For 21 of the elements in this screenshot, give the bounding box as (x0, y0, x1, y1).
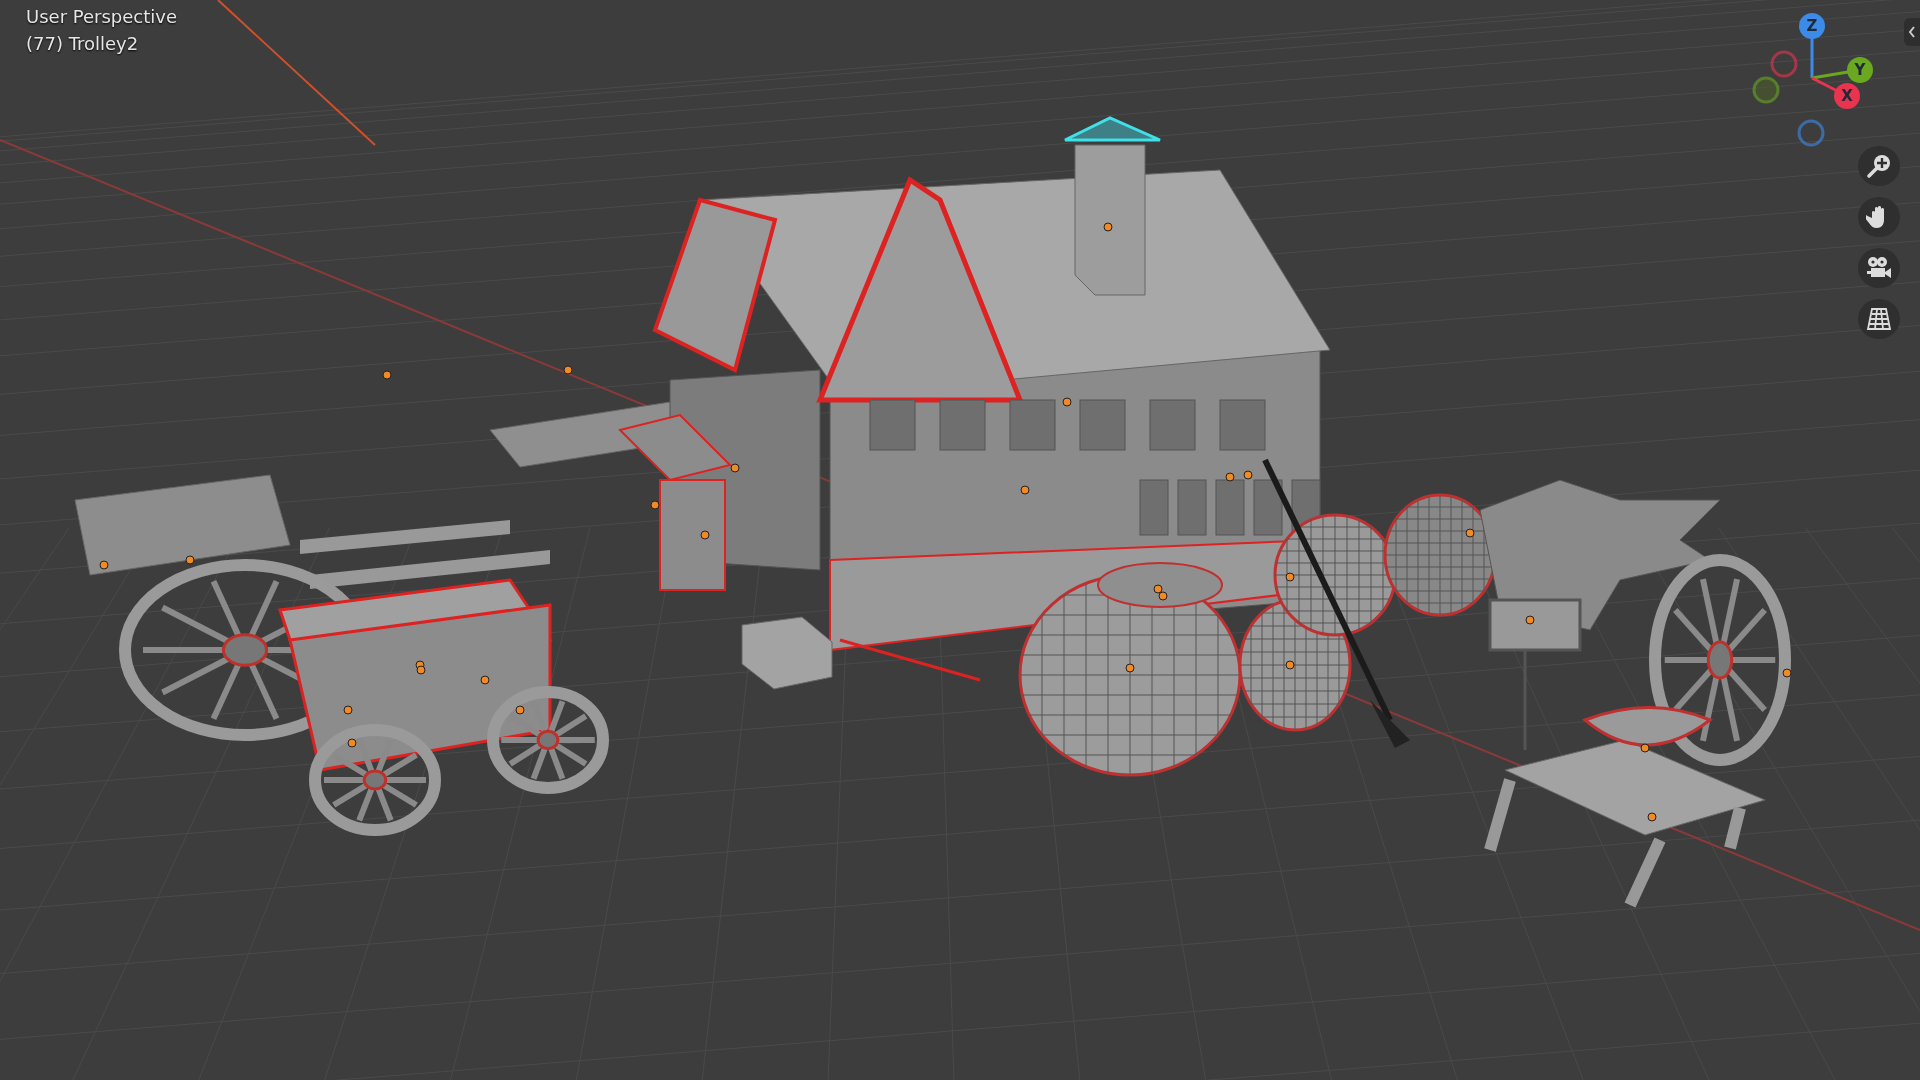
zoom-icon (1866, 153, 1892, 179)
axis-handle[interactable] (1847, 57, 1873, 83)
axis-handle[interactable] (1797, 119, 1825, 147)
chevron-left-icon (1908, 26, 1916, 38)
axis-label: X (1841, 87, 1853, 105)
axis-label: Z (1806, 17, 1818, 35)
axis-handle[interactable] (1770, 50, 1798, 78)
3d-viewport[interactable]: User Perspective (77) Trolley2 Z Y X (0, 0, 1920, 1080)
viewport-nav-button[interactable] (1858, 299, 1900, 339)
view-mode-label: User Perspective (26, 6, 177, 27)
viewport-nav-button[interactable] (1858, 248, 1900, 288)
camera-icon (1865, 255, 1893, 281)
grid-icon (1866, 307, 1892, 331)
axis-handle[interactable] (1799, 13, 1825, 39)
viewport-nav-button[interactable] (1858, 197, 1900, 237)
axis-label: Y (1854, 61, 1866, 79)
collapse-button[interactable] (1904, 18, 1920, 46)
axis-handle[interactable] (1834, 83, 1860, 109)
viewport-nav-button[interactable] (1858, 146, 1900, 186)
active-object-label: (77) Trolley2 (26, 33, 140, 54)
axis-handle[interactable] (1752, 76, 1780, 104)
